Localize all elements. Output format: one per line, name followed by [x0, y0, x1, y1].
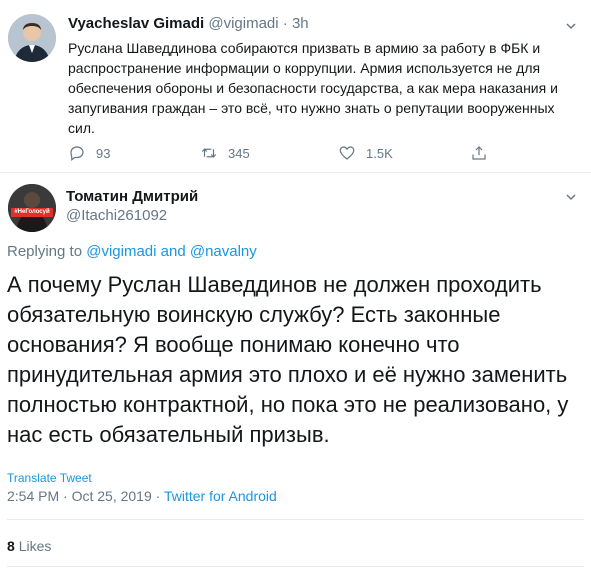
person-photo-icon [8, 184, 56, 232]
meta-dot: · [63, 488, 68, 504]
mention-link[interactable]: @navalny [190, 243, 257, 260]
heart-icon [339, 146, 355, 160]
meta-dot: · [155, 488, 161, 504]
divider [7, 519, 584, 520]
reply-avatar[interactable]: #НеГолосуй [8, 184, 56, 232]
tweet-date[interactable]: Oct 25, 2019 [72, 488, 152, 504]
reply-tweet-text: А почему Руслан Шаведдинов не должен про… [7, 272, 569, 447]
translate-tweet-link[interactable]: Translate Tweet [7, 471, 92, 485]
likes-label: Likes [18, 538, 52, 554]
mention-link[interactable]: @vigimadi [86, 243, 156, 260]
retweet-icon [201, 148, 217, 158]
reply-author-handle[interactable]: @Itachi261092 [66, 207, 167, 224]
parent-avatar[interactable] [8, 14, 56, 62]
replying-to-prefix: Replying to [7, 243, 83, 260]
avatar-caption: #НеГолосуй [14, 209, 50, 215]
chevron-down-icon[interactable] [566, 21, 576, 31]
tweet-source-link[interactable]: Twitter for Android [164, 488, 277, 504]
parent-header: Vyacheslav Gimadi @vigimadi · 3h [68, 15, 309, 32]
reply-action[interactable]: 93 [68, 144, 110, 162]
parent-tweet-text: Руслана Шаведдинова собираются призвать … [68, 40, 558, 136]
parent-author-handle[interactable]: @vigimadi [208, 15, 278, 32]
chevron-down-icon[interactable] [566, 192, 576, 202]
reply-author-name[interactable]: Томатин Дмитрий [66, 188, 198, 205]
tweet-meta: 2:54 PM · Oct 25, 2019 · Twitter for And… [7, 488, 277, 504]
share-action[interactable] [470, 144, 488, 162]
retweet-action[interactable]: 345 [200, 144, 250, 162]
like-action[interactable]: 1.5K [338, 144, 393, 162]
parent-timestamp[interactable]: 3h [292, 15, 309, 32]
divider [7, 566, 584, 567]
retweet-count: 345 [228, 145, 250, 161]
reply-icon [70, 146, 84, 161]
parent-author-name[interactable]: Vyacheslav Gimadi [68, 15, 204, 32]
like-count: 1.5K [366, 145, 393, 161]
parent-separator: · [282, 15, 288, 32]
share-icon [472, 146, 486, 160]
reply-count: 93 [96, 145, 111, 161]
replying-to: Replying to @vigimadi and @navalny [7, 243, 257, 260]
tweet-time[interactable]: 2:54 PM [7, 488, 59, 504]
likes-count: 8 [7, 538, 15, 554]
divider [0, 172, 591, 173]
likes-stat[interactable]: 8 Likes [7, 538, 51, 554]
replying-and[interactable]: and [161, 243, 186, 260]
person-photo-icon [8, 14, 56, 62]
